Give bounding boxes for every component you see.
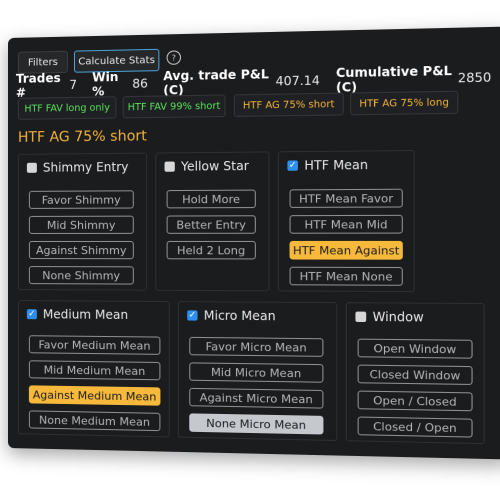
trades-label: Trades # bbox=[16, 71, 64, 100]
panel-yellow-star: Yellow Star Hold More Better Entry Held … bbox=[155, 151, 269, 291]
option-button[interactable]: Against Micro Mean bbox=[189, 388, 323, 409]
panel-title: Window bbox=[373, 310, 424, 325]
option-button[interactable]: Mid Micro Mean bbox=[189, 362, 323, 382]
check-icon: ✓ bbox=[188, 310, 196, 320]
option-button[interactable]: None Shimmy bbox=[29, 266, 134, 285]
option-button[interactable]: Closed Window bbox=[358, 365, 473, 385]
panel-title: Yellow Star bbox=[181, 159, 249, 174]
option-button[interactable]: None Medium Mean bbox=[29, 410, 161, 431]
option-button[interactable]: Mid Medium Mean bbox=[29, 360, 161, 380]
trades-value: 7 bbox=[69, 78, 77, 92]
check-icon: ✓ bbox=[28, 309, 36, 319]
htf-mean-checkbox[interactable]: ✓ bbox=[287, 160, 298, 170]
preset-chip[interactable]: HTF AG 75% short bbox=[234, 93, 344, 117]
option-button-selected[interactable]: Against Medium Mean bbox=[29, 385, 161, 405]
option-button[interactable]: Favor Shimmy bbox=[29, 190, 134, 209]
option-button[interactable]: Favor Micro Mean bbox=[189, 337, 323, 357]
micro-mean-checkbox[interactable]: ✓ bbox=[187, 310, 197, 320]
option-button[interactable]: Mid Shimmy bbox=[29, 216, 134, 234]
preset-chip[interactable]: HTF FAV 99% short bbox=[123, 94, 226, 118]
option-button-selected[interactable]: HTF Mean Against bbox=[290, 241, 403, 260]
cumulative-value: 2850 bbox=[458, 70, 492, 85]
panel-micro-mean: ✓ Micro Mean Favor Micro Mean Mid Micro … bbox=[178, 301, 337, 441]
selected-preset-title: HTF AG 75% short bbox=[18, 128, 147, 146]
win-value: 86 bbox=[132, 76, 148, 90]
option-button[interactable]: Against Shimmy bbox=[29, 241, 134, 259]
avg-trade-value: 407.14 bbox=[275, 73, 319, 88]
window-checkbox[interactable] bbox=[355, 312, 366, 322]
avg-trade-label: Avg. trade P&L (C) bbox=[163, 67, 270, 98]
yellow-star-checkbox[interactable] bbox=[165, 162, 175, 172]
check-icon: ✓ bbox=[289, 160, 297, 170]
option-button[interactable]: HTF Mean Favor bbox=[290, 189, 403, 208]
help-icon[interactable]: ? bbox=[167, 50, 181, 65]
panel-title: HTF Mean bbox=[304, 158, 368, 173]
option-button[interactable]: Closed / Open bbox=[358, 417, 473, 438]
option-button[interactable]: Open / Closed bbox=[358, 391, 473, 412]
panel-window: Window Open Window Closed Window Open / … bbox=[346, 302, 485, 444]
panel-shimmy-entry: Shimmy Entry Favor Shimmy Mid Shimmy Aga… bbox=[18, 153, 147, 291]
option-button[interactable]: Held 2 Long bbox=[167, 241, 256, 259]
panel-medium-mean: ✓ Medium Mean Favor Medium Mean Mid Medi… bbox=[18, 300, 170, 437]
option-button[interactable]: Open Window bbox=[358, 339, 473, 359]
option-button[interactable]: Hold More bbox=[167, 190, 256, 209]
option-button[interactable]: HTF Mean Mid bbox=[290, 215, 403, 234]
preset-chip[interactable]: HTF AG 75% long bbox=[350, 91, 458, 116]
panel-title: Shimmy Entry bbox=[43, 160, 129, 175]
win-label: Win % bbox=[92, 70, 127, 99]
option-button-selected[interactable]: None Micro Mean bbox=[189, 413, 323, 434]
medium-mean-checkbox[interactable]: ✓ bbox=[27, 309, 37, 319]
shimmy-checkbox[interactable] bbox=[27, 163, 37, 173]
preset-chip[interactable]: HTF FAV long only bbox=[18, 96, 117, 120]
panel-title: Medium Mean bbox=[43, 307, 128, 322]
app-window: Filters Calculate Stats ? Trades # 7 Win… bbox=[8, 26, 500, 459]
panel-htf-mean: ✓ HTF Mean HTF Mean Favor HTF Mean Mid H… bbox=[278, 150, 415, 292]
panel-title: Micro Mean bbox=[204, 308, 276, 323]
option-button[interactable]: Favor Medium Mean bbox=[29, 335, 161, 355]
option-button[interactable]: HTF Mean None bbox=[290, 267, 403, 286]
option-button[interactable]: Better Entry bbox=[167, 215, 256, 234]
